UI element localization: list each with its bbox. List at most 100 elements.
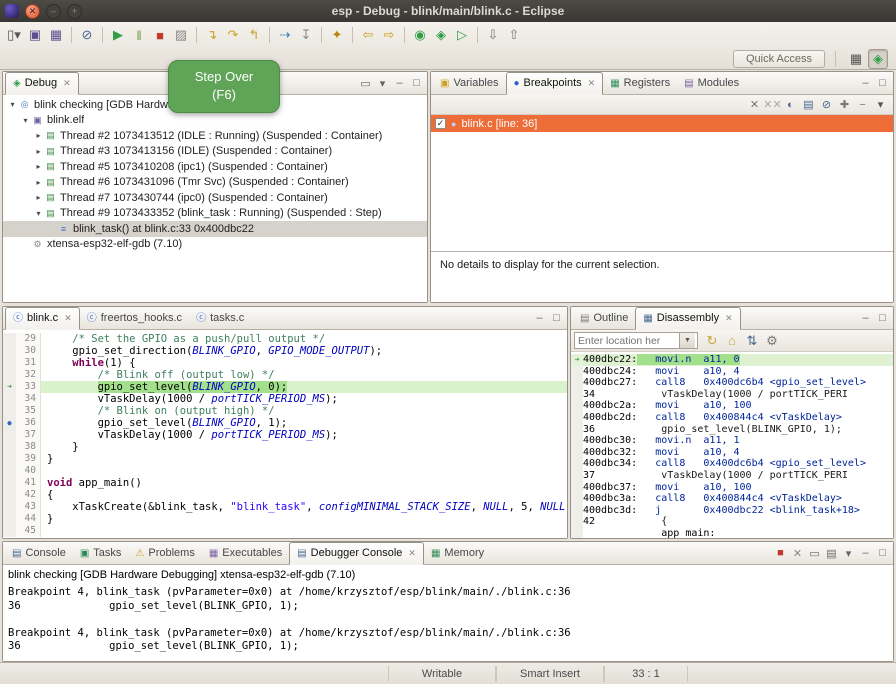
home-icon[interactable]: ⌂ [722, 331, 742, 351]
expand-all-icon[interactable]: ✚ [836, 96, 853, 113]
view-menu-icon[interactable]: ▾ [374, 75, 391, 92]
clear-console-icon[interactable]: ▭ [806, 545, 823, 562]
disassembly-line[interactable]: 36 gpio_set_level(BLINK_GPIO, 1); [571, 424, 893, 436]
sync-selection-icon[interactable]: ⇅ [742, 331, 762, 351]
close-tab-icon[interactable]: ✕ [64, 313, 72, 324]
debug-tree-item[interactable]: ▾▣blink.elf [3, 113, 427, 129]
debug-tree-item[interactable]: ▸▤Thread #5 1073410208 (ipc1) (Suspended… [3, 159, 427, 175]
view-tab-variables[interactable]: ▣Variables [433, 73, 506, 94]
editor-tab-freertos-hooks-c[interactable]: ⓒfreertos_hooks.c [80, 308, 189, 329]
maximize-icon[interactable]: □ [874, 75, 891, 92]
forward-button[interactable]: ⇨ [379, 25, 399, 45]
editor-tab-tasks-c[interactable]: ⓒtasks.c [189, 308, 251, 329]
debug-button[interactable]: ◈ [431, 25, 451, 45]
view-tab-console[interactable]: ▤Console [5, 543, 73, 564]
breakpoint-checkbox[interactable]: ✓ [435, 118, 446, 129]
view-tab-debug[interactable]: ◈Debug✕ [5, 72, 79, 95]
debug-tree-item[interactable]: ▸▤Thread #6 1073431096 (Tmr Svc) (Suspen… [3, 175, 427, 191]
disassembly-line[interactable]: 37 vTaskDelay(1000 / portTICK_PERI [571, 470, 893, 482]
terminate-console-icon[interactable]: ■ [772, 545, 789, 562]
console-output[interactable]: Breakpoint 4, blink_task (pvParameter=0x… [3, 583, 893, 657]
view-tab-debugger-console[interactable]: ▤Debugger Console✕ [289, 542, 424, 565]
search-button[interactable]: ✦ [327, 25, 347, 45]
collapsed-arrow-icon[interactable]: ▸ [33, 162, 44, 171]
collapsed-arrow-icon[interactable]: ▸ [33, 178, 44, 187]
code-line[interactable]: 40 [3, 465, 567, 477]
minimize-icon[interactable]: – [391, 75, 408, 92]
code-line[interactable]: 42{ [3, 489, 567, 501]
code-line[interactable]: 30 gpio_set_direction(BLINK_GPIO, GPIO_M… [3, 345, 567, 357]
maximize-icon[interactable]: □ [548, 310, 565, 327]
maximize-icon[interactable]: □ [874, 545, 891, 562]
run-button[interactable]: ◉ [410, 25, 430, 45]
disassembly-line[interactable]: app_main: [571, 528, 893, 538]
collapse-all-icon[interactable]: − [854, 96, 871, 113]
remove-all-breakpoints-icon[interactable]: ✕✕ [764, 96, 781, 113]
view-menu-icon[interactable]: ▾ [872, 96, 889, 113]
view-tab-problems[interactable]: ⚠Problems [128, 543, 201, 564]
debug-tree-item[interactable]: ▸▤Thread #7 1073430744 (ipc0) (Suspended… [3, 190, 427, 206]
debug-perspective-icon[interactable]: ◈ [868, 49, 888, 69]
code-line[interactable]: 38 } [3, 441, 567, 453]
step-into-button[interactable]: ↴ [202, 25, 222, 45]
close-tab-icon[interactable]: ✕ [725, 313, 733, 324]
disassembly-line[interactable]: 400dbc3a: call8 0x400844c4 <vTaskDelay> [571, 493, 893, 505]
disassembly-line[interactable]: 400dbc3d: j 0x400dbc22 <blink_task+18> [571, 505, 893, 517]
show-breakpoints-for-selection-icon[interactable]: ◐ [782, 96, 799, 113]
debug-tree-item[interactable]: ⚙xtensa-esp32-elf-gdb (7.10) [3, 237, 427, 253]
resume-button[interactable]: ▶ [108, 25, 128, 45]
code-line[interactable]: 39} [3, 453, 567, 465]
window-close-button[interactable]: ✕ [25, 4, 40, 19]
disassembly-line[interactable]: 400dbc37: movi a10, 100 [571, 482, 893, 494]
skip-all-breakpoints-icon[interactable]: ⊘ [818, 96, 835, 113]
code-line[interactable]: 44} [3, 513, 567, 525]
save-all-button[interactable]: ▦ [46, 25, 66, 45]
new-wizard-dropdown-button[interactable]: ▯▾ [4, 25, 24, 45]
drop-to-frame-button[interactable]: ↧ [296, 25, 316, 45]
external-tools-button[interactable]: ▷ [452, 25, 472, 45]
code-line[interactable]: 31 while(1) { [3, 357, 567, 369]
code-line[interactable]: 37 vTaskDelay(1000 / portTICK_PERIOD_MS)… [3, 429, 567, 441]
minimize-icon[interactable]: – [531, 310, 548, 327]
breakpoint-row[interactable]: ✓ ● blink.c [line: 36] [431, 115, 893, 132]
disconnect-button[interactable]: ▨ [171, 25, 191, 45]
view-tab-modules[interactable]: ▤Modules [677, 73, 746, 94]
remove-launch-icon[interactable]: ✕ [789, 545, 806, 562]
code-area[interactable]: 29 /* Set the GPIO as a push/pull output… [3, 330, 567, 538]
view-tab-executables[interactable]: ▦Executables [202, 543, 289, 564]
disassembly-line[interactable]: 400dbc32: movi a10, 4 [571, 447, 893, 459]
debug-tree[interactable]: ▾◎blink checking [GDB Hardwa▾▣blink.elf▸… [3, 95, 427, 302]
location-input[interactable] [575, 335, 679, 347]
disassembly-line[interactable]: 34 vTaskDelay(1000 / portTICK_PERI [571, 389, 893, 401]
suspend-button[interactable]: ‖ [129, 25, 149, 45]
combo-dropdown-icon[interactable]: ▼ [679, 333, 695, 348]
debug-tree-item[interactable]: ▾▤Thread #9 1073433352 (blink_task : Run… [3, 206, 427, 222]
next-annotation-button[interactable]: ⇩ [483, 25, 503, 45]
disassembly-line[interactable]: 400dbc27: call8 0x400dc6b4 <gpio_set_lev… [571, 377, 893, 389]
collapsed-arrow-icon[interactable]: ▸ [33, 131, 44, 140]
expanded-arrow-icon[interactable]: ▾ [20, 116, 31, 125]
maximize-icon[interactable]: □ [408, 75, 425, 92]
quick-access-button[interactable]: Quick Access [733, 50, 825, 68]
window-maximize-button[interactable]: + [67, 4, 82, 19]
code-line[interactable]: 34 vTaskDelay(1000 / portTICK_PERIOD_MS)… [3, 393, 567, 405]
disassembly-line[interactable]: 400dbc2d: call8 0x400844c4 <vTaskDelay> [571, 412, 893, 424]
window-minimize-button[interactable]: – [46, 4, 61, 19]
disassembly-line[interactable]: 400dbc30: movi.n a11, 1 [571, 435, 893, 447]
code-line[interactable]: 32 /* Blink off (output low) */ [3, 369, 567, 381]
code-line[interactable]: 41void app_main() [3, 477, 567, 489]
code-line[interactable]: 43 xTaskCreate(&blink_task, "blink_task"… [3, 501, 567, 513]
view-tab-registers[interactable]: ▦Registers [603, 73, 677, 94]
minimize-icon[interactable]: – [857, 310, 874, 327]
disassembly-line[interactable]: 400dbc34: call8 0x400dc6b4 <gpio_set_lev… [571, 458, 893, 470]
code-line[interactable]: ●36 gpio_set_level(BLINK_GPIO, 1); [3, 417, 567, 429]
code-line[interactable]: 29 /* Set the GPIO as a push/pull output… [3, 333, 567, 345]
view-tab-tasks[interactable]: ▣Tasks [73, 543, 129, 564]
disassembly-line[interactable]: 400dbc24: movi a10, 4 [571, 366, 893, 378]
editor-tab-blink-c[interactable]: ⓒblink.c✕ [5, 307, 80, 330]
step-over-button[interactable]: ↷ [223, 25, 243, 45]
code-line[interactable]: ➜33 gpio_set_level(BLINK_GPIO, 0); [3, 381, 567, 393]
minimize-icon[interactable]: – [857, 75, 874, 92]
minimize-icon[interactable]: – [857, 545, 874, 562]
previous-annotation-button[interactable]: ⇧ [504, 25, 524, 45]
